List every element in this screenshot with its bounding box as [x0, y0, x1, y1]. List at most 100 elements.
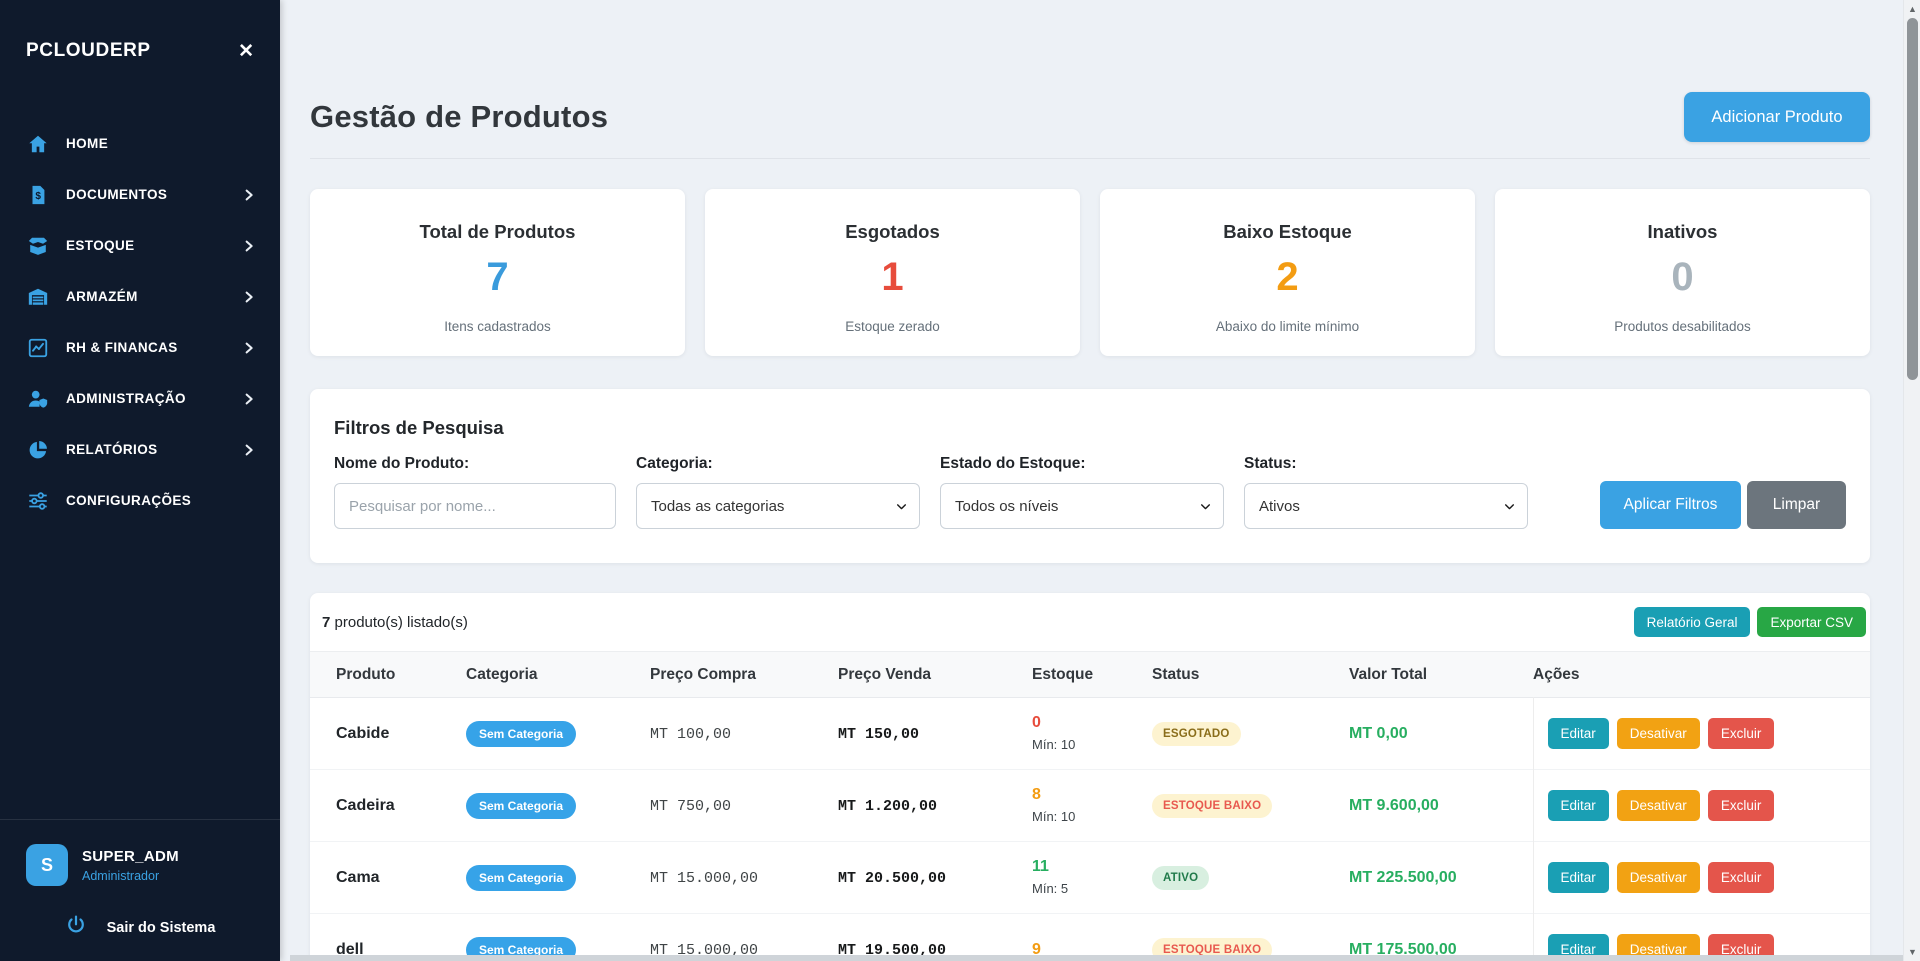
deactivate-button[interactable]: Desativar	[1617, 862, 1700, 893]
settings-sliders-icon	[27, 490, 49, 512]
buy-price: MT 15.000,00	[650, 870, 758, 887]
warehouse-icon	[27, 286, 49, 308]
stock-state-select[interactable]: Todos os níveis	[940, 483, 1224, 529]
stat-caption: Estoque zerado	[705, 319, 1080, 334]
stats-row: Total de Produtos 7 Itens cadastradosEsg…	[310, 189, 1870, 356]
status-select[interactable]: Ativos	[1244, 483, 1528, 529]
column-header: Preço Venda	[838, 652, 1032, 698]
table-row: CabideSem CategoriaMT 100,00MT 150,000Mí…	[310, 698, 1870, 770]
stat-title: Inativos	[1495, 221, 1870, 243]
buy-price: MT 100,00	[650, 726, 731, 743]
edit-button[interactable]: Editar	[1548, 718, 1609, 749]
add-product-button[interactable]: Adicionar Produto	[1684, 92, 1870, 142]
sidebar-item-label: ARMAZÉM	[66, 289, 138, 304]
stock-quantity: 11	[1032, 859, 1152, 875]
logout-button[interactable]: Sair do Sistema	[26, 914, 254, 941]
filters-title: Filtros de Pesquisa	[334, 417, 1846, 439]
product-name-input[interactable]	[334, 483, 616, 529]
sell-price: MT 150,00	[838, 726, 919, 743]
status-badge: ESTOQUE BAIXO	[1152, 794, 1272, 818]
sidebar-item-label: DOCUMENTOS	[66, 187, 167, 202]
stat-title: Esgotados	[705, 221, 1080, 243]
delete-button[interactable]: Excluir	[1708, 790, 1775, 821]
finance-chart-icon	[27, 337, 49, 359]
category-badge: Sem Categoria	[466, 865, 576, 891]
table-row: CadeiraSem CategoriaMT 750,00MT 1.200,00…	[310, 770, 1870, 842]
chevron-right-icon	[242, 341, 256, 355]
deactivate-button[interactable]: Desativar	[1617, 790, 1700, 821]
product-name-label: Nome do Produto:	[334, 455, 616, 473]
table-row: dellSem CategoriaMT 15.000,00MT 19.500,0…	[310, 914, 1870, 961]
stat-caption: Abaixo do limite mínimo	[1100, 319, 1475, 334]
svg-text:$: $	[35, 191, 41, 202]
sidebar-item-warehouse[interactable]: ARMAZÉM	[0, 271, 280, 322]
stat-value: 1	[705, 257, 1080, 297]
products-table: ProdutoCategoriaPreço CompraPreço VendaE…	[310, 651, 1870, 961]
sidebar-item-stock-box[interactable]: ESTOQUE	[0, 220, 280, 271]
chevron-right-icon	[242, 239, 256, 253]
sidebar-item-label: RH & FINANCAS	[66, 340, 178, 355]
delete-button[interactable]: Excluir	[1708, 718, 1775, 749]
edit-button[interactable]: Editar	[1548, 790, 1609, 821]
sidebar-item-home[interactable]: HOME	[0, 118, 280, 169]
row-actions: Editar Desativar Excluir	[1533, 770, 1870, 842]
stock-minimum: Mín: 5	[1032, 881, 1152, 896]
stat-value: 2	[1100, 257, 1475, 297]
user-name: SUPER_ADM	[82, 848, 179, 865]
sidebar-item-reports-pie[interactable]: RELATÓRIOS	[0, 424, 280, 475]
power-icon	[65, 914, 87, 941]
product-name: Cabide	[336, 725, 466, 743]
column-header: Valor Total	[1349, 652, 1533, 698]
stock-quantity: 8	[1032, 787, 1152, 803]
stock-minimum: Mín: 10	[1032, 809, 1152, 824]
sidebar-item-label: HOME	[66, 136, 108, 151]
stat-value: 0	[1495, 257, 1870, 297]
apply-filters-button[interactable]: Aplicar Filtros	[1600, 481, 1741, 529]
column-header: Preço Compra	[650, 652, 838, 698]
scroll-up-arrow-icon[interactable]: ▲	[1904, 2, 1920, 16]
vertical-scrollbar-thumb[interactable]	[1907, 18, 1918, 380]
stock-quantity: 0	[1032, 715, 1152, 731]
status-badge: ESGOTADO	[1152, 722, 1241, 746]
export-csv-button[interactable]: Exportar CSV	[1757, 607, 1866, 637]
scroll-down-arrow-icon[interactable]: ▼	[1904, 945, 1920, 959]
sidebar-item-documents[interactable]: $ DOCUMENTOS	[0, 169, 280, 220]
delete-button[interactable]: Excluir	[1708, 862, 1775, 893]
sidebar: PCLOUDERP ✕ HOME$DOCUMENTOSESTOQUEARMAZÉ…	[0, 0, 280, 961]
stat-caption: Itens cadastrados	[310, 319, 685, 334]
sell-price: MT 20.500,00	[838, 870, 946, 887]
avatar: S	[26, 844, 68, 886]
home-icon	[27, 133, 49, 155]
vertical-scrollbar[interactable]: ▲ ▼	[1903, 0, 1920, 961]
stock-minimum: Mín: 10	[1032, 737, 1152, 752]
horizontal-scrollbar[interactable]	[290, 955, 1903, 961]
admin-shield-icon	[27, 388, 49, 410]
sidebar-item-label: ESTOQUE	[66, 238, 135, 253]
buy-price: MT 750,00	[650, 798, 731, 815]
sidebar-item-finance-chart[interactable]: RH & FINANCAS	[0, 322, 280, 373]
status-badge: ATIVO	[1152, 866, 1209, 890]
row-actions: Editar Desativar Excluir	[1533, 842, 1870, 914]
sidebar-item-settings-sliders[interactable]: CONFIGURAÇÕES	[0, 475, 280, 526]
close-icon[interactable]: ✕	[238, 42, 254, 61]
clear-filters-button[interactable]: Limpar	[1747, 481, 1846, 529]
category-badge: Sem Categoria	[466, 793, 576, 819]
stock-box-icon	[27, 235, 49, 257]
products-count: 7 produto(s) listado(s)	[322, 614, 468, 631]
stat-caption: Produtos desabilitados	[1495, 319, 1870, 334]
table-header-row: ProdutoCategoriaPreço CompraPreço VendaE…	[310, 652, 1870, 698]
column-header: Produto	[310, 652, 466, 698]
general-report-button[interactable]: Relatório Geral	[1634, 607, 1751, 637]
filters-panel: Filtros de Pesquisa Nome do Produto: Cat…	[310, 389, 1870, 563]
sidebar-item-admin-shield[interactable]: ADMINISTRAÇÃO	[0, 373, 280, 424]
total-value: MT 9.600,00	[1349, 797, 1439, 814]
category-select[interactable]: Todas as categorias	[636, 483, 920, 529]
deactivate-button[interactable]: Desativar	[1617, 718, 1700, 749]
row-actions: EditarDesativarExcluir	[1533, 914, 1870, 961]
page-title: Gestão de Produtos	[310, 99, 608, 135]
chevron-right-icon	[242, 443, 256, 457]
product-name: Cama	[336, 869, 466, 887]
row-actions: Editar Desativar Excluir	[1533, 698, 1870, 770]
total-value: MT 0,00	[1349, 725, 1408, 742]
edit-button[interactable]: Editar	[1548, 862, 1609, 893]
